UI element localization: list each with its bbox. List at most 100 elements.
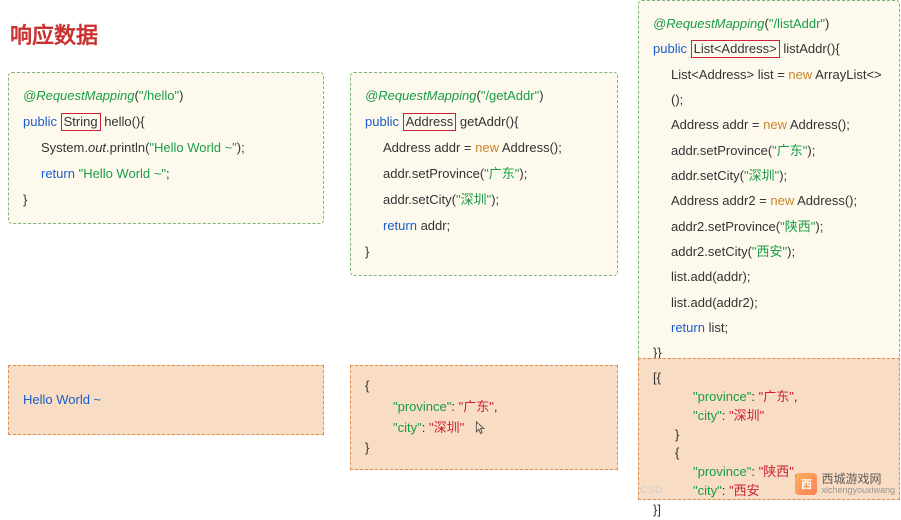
cursor-icon [475,421,485,435]
json-key: "city" [693,483,722,498]
string-literal: "Hello World ~" [79,166,166,181]
t: ); [787,244,795,259]
brace: }] [653,501,885,520]
json-key: "province" [393,399,451,414]
t: list.add(addr2); [671,295,758,310]
annotation: @RequestMapping [365,88,476,103]
t: : [451,399,458,414]
csdn-watermark: CSD [640,485,663,496]
keyword: public [653,41,687,56]
json-val: "广东" [459,399,494,414]
t: ; [166,166,170,181]
json-val: "深圳" [429,420,464,435]
return-type-box: String [61,113,101,131]
string-literal: "广东" [484,166,519,181]
string-literal: "陕西" [780,219,815,234]
t: Address(); [797,193,857,208]
json-key: "province" [693,389,751,404]
site-watermark: 西 西城游戏网 xichengyouxiwang [795,473,895,496]
t: Address addr2 = [671,193,770,208]
t: : [751,389,758,404]
t: hello(){ [104,114,144,129]
annotation: @RequestMapping [653,16,764,31]
string-literal: "/getAddr" [481,88,539,103]
t: : [422,420,429,435]
t: ); [807,143,815,158]
string-literal: "深圳" [456,192,491,207]
brace: } [23,192,27,207]
keyword: new [763,117,790,132]
string-literal: "/listAddr" [769,16,825,31]
keyword: public [23,114,57,129]
string-literal: "广东" [772,143,807,158]
t: addr2.setCity( [671,244,752,259]
json-val: "广东" [759,389,794,404]
watermark-text: 西城游戏网 xichengyouxiwang [821,473,895,496]
t: ) [539,88,543,103]
t: ) [179,88,183,103]
t: ); [491,192,499,207]
string-literal: "/hello" [139,88,179,103]
field: out [88,140,106,155]
t: getAddr(){ [460,114,519,129]
json-val: "陕西" [759,464,794,479]
keyword: new [788,67,815,82]
return-type-box: Address [403,113,457,131]
t: List<Address> list = [671,67,788,82]
json-key: "province" [693,464,751,479]
return-type-box: List<Address> [691,40,780,58]
keyword: return [671,320,709,335]
brace: { [365,376,603,397]
code-block-listaddr: @RequestMapping("/listAddr") public List… [638,0,900,377]
output-hello: Hello World ~ [8,365,324,435]
keyword: new [475,140,502,155]
page-title: 响应数据 [10,18,98,50]
t: addr.setProvince( [383,166,484,181]
keyword: return [383,218,421,233]
string-literal: "西安" [752,244,787,259]
keyword: return [41,166,79,181]
t: addr.setProvince( [671,143,772,158]
t: : [751,464,758,479]
t: System. [41,140,88,155]
t: list.add(addr); [671,269,750,284]
t: , [494,399,498,414]
json-val: "西安 [729,483,760,498]
string-literal: "Hello World ~" [149,140,236,155]
string-literal: "深圳" [744,168,779,183]
annotation: @RequestMapping [23,88,134,103]
brace: } [365,244,369,259]
output-addr: { "province": "广东", "city": "深圳" } [350,365,618,470]
brace: } [653,426,885,445]
watermark-logo-icon: 西 [795,473,817,495]
keyword: public [365,114,399,129]
t: ); [237,140,245,155]
t: list; [709,320,729,335]
json-key: "city" [693,408,722,423]
t: addr2.setProvince( [671,219,780,234]
watermark-domain: xichengyouxiwang [821,486,895,496]
t: ); [815,219,823,234]
t: ); [519,166,527,181]
t: Address addr = [671,117,763,132]
code-block-hello: @RequestMapping("/hello") public String … [8,72,324,224]
json-key: "city" [393,420,422,435]
json-val: "深圳" [729,408,764,423]
t: .println( [106,140,149,155]
t: Address addr = [383,140,475,155]
output-text: Hello World ~ [23,390,101,411]
t: , [794,389,798,404]
brace: [{ [653,369,885,388]
t: : [722,483,729,498]
t: listAddr(){ [783,41,839,56]
brace: } [365,438,603,459]
t: addr; [421,218,451,233]
t: : [722,408,729,423]
keyword: new [770,193,797,208]
t: Address(); [502,140,562,155]
t: ); [779,168,787,183]
t: addr.setCity( [383,192,456,207]
t: Address(); [790,117,850,132]
code-block-getaddr: @RequestMapping("/getAddr") public Addre… [350,72,618,276]
t: addr.setCity( [671,168,744,183]
